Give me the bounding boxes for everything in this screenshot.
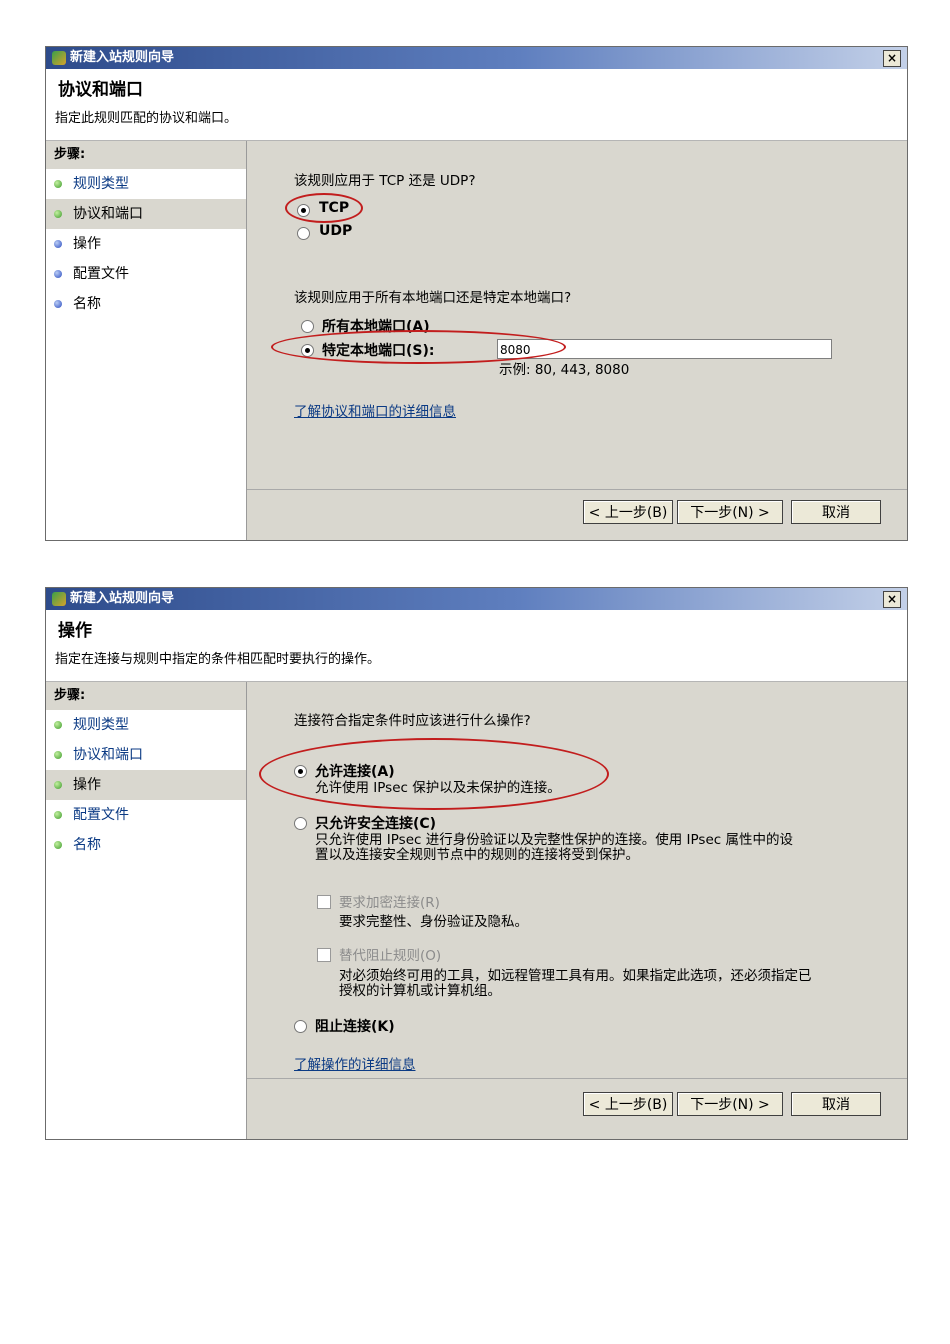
step-action[interactable]: 操作 bbox=[46, 229, 246, 259]
step-profile[interactable]: 配置文件 bbox=[46, 259, 246, 289]
wizard-header: 协议和端口 指定此规则匹配的协议和端口。 bbox=[46, 69, 907, 141]
close-button[interactable]: × bbox=[883, 50, 901, 67]
back-button[interactable]: < 上一步(B) bbox=[583, 500, 673, 524]
wizard-dialog-protocol-ports: 新建入站规则向导 × 协议和端口 指定此规则匹配的协议和端口。 步骤: 规则类型… bbox=[45, 46, 908, 541]
radio-secure-only-desc-2: 置以及连接安全规则节点中的规则的连接将受到保护。 bbox=[315, 847, 639, 863]
next-button[interactable]: 下一步(N) > bbox=[677, 1092, 783, 1116]
radio-allow[interactable] bbox=[294, 765, 307, 778]
cancel-button[interactable]: 取消 bbox=[791, 1092, 881, 1116]
radio-block-label[interactable]: 阻止连接(K) bbox=[315, 1016, 395, 1036]
close-button[interactable]: × bbox=[883, 591, 901, 608]
protocol-question: 该规则应用于 TCP 还是 UDP? bbox=[294, 173, 476, 189]
port-input[interactable]: 8080 bbox=[497, 339, 832, 359]
cancel-button[interactable]: 取消 bbox=[791, 500, 881, 524]
step-status-icon bbox=[54, 781, 62, 789]
checkbox-require-encryption[interactable] bbox=[317, 895, 331, 909]
step-action[interactable]: 操作 bbox=[46, 770, 246, 800]
footer-divider bbox=[247, 489, 907, 490]
wizard-dialog-action: 新建入站规则向导 × 操作 指定在连接与规则中指定的条件相匹配时要执行的操作。 … bbox=[45, 587, 908, 1140]
port-example: 示例: 80, 443, 8080 bbox=[499, 362, 630, 378]
step-status-icon bbox=[54, 751, 62, 759]
radio-allow-label[interactable]: 允许连接(A) bbox=[315, 761, 395, 781]
learn-more-link[interactable]: 了解协议和端口的详细信息 bbox=[294, 400, 456, 420]
step-rule-type[interactable]: 规则类型 bbox=[46, 710, 246, 740]
page-subtitle: 指定此规则匹配的协议和端口。 bbox=[55, 111, 238, 126]
wizard-body: 步骤: 规则类型 协议和端口 操作 配置文件 名称 连接符合指定条件时应该进行什… bbox=[46, 682, 907, 1139]
title-bar[interactable]: 新建入站规则向导 × bbox=[46, 588, 907, 610]
step-protocol-ports[interactable]: 协议和端口 bbox=[46, 740, 246, 770]
radio-tcp[interactable] bbox=[297, 204, 310, 217]
radio-allow-desc: 允许使用 IPsec 保护以及未保护的连接。 bbox=[315, 780, 561, 796]
step-rule-type[interactable]: 规则类型 bbox=[46, 169, 246, 199]
radio-tcp-label[interactable]: TCP bbox=[319, 200, 349, 216]
wizard-body: 步骤: 规则类型 协议和端口 操作 配置文件 名称 该规则应用于 TCP 还是 … bbox=[46, 141, 907, 540]
page-subtitle: 指定在连接与规则中指定的条件相匹配时要执行的操作。 bbox=[55, 652, 381, 667]
title-bar[interactable]: 新建入站规则向导 × bbox=[46, 47, 907, 69]
ports-question: 该规则应用于所有本地端口还是特定本地端口? bbox=[294, 290, 572, 306]
step-status-icon bbox=[54, 210, 62, 218]
checkbox-override-block-desc-2: 授权的计算机或计算机组。 bbox=[339, 983, 501, 999]
radio-udp-label[interactable]: UDP bbox=[319, 223, 352, 239]
annotation-ellipse bbox=[259, 738, 609, 810]
firewall-icon bbox=[52, 51, 66, 65]
step-status-icon bbox=[54, 811, 62, 819]
window-title: 新建入站规则向导 bbox=[70, 591, 175, 606]
step-status-icon bbox=[54, 300, 62, 308]
action-question: 连接符合指定条件时应该进行什么操作? bbox=[294, 713, 531, 729]
step-name[interactable]: 名称 bbox=[46, 289, 246, 319]
steps-panel: 步骤: 规则类型 协议和端口 操作 配置文件 名称 bbox=[46, 141, 247, 540]
radio-udp[interactable] bbox=[297, 227, 310, 240]
firewall-icon bbox=[52, 592, 66, 606]
back-button[interactable]: < 上一步(B) bbox=[583, 1092, 673, 1116]
radio-specific-ports[interactable] bbox=[301, 344, 314, 357]
radio-secure-only[interactable] bbox=[294, 817, 307, 830]
radio-secure-only-label[interactable]: 只允许安全连接(C) bbox=[315, 813, 436, 833]
step-status-icon bbox=[54, 721, 62, 729]
wizard-header: 操作 指定在连接与规则中指定的条件相匹配时要执行的操作。 bbox=[46, 610, 907, 682]
wizard-content: 该规则应用于 TCP 还是 UDP? TCP UDP 该规则应用于所有本地端口还… bbox=[247, 141, 907, 540]
radio-secure-only-desc-1: 只允许使用 IPsec 进行身份验证以及完整性保护的连接。使用 IPsec 属性… bbox=[315, 832, 793, 848]
step-status-icon bbox=[54, 180, 62, 188]
step-protocol-ports[interactable]: 协议和端口 bbox=[46, 199, 246, 229]
step-status-icon bbox=[54, 240, 62, 248]
footer-divider bbox=[247, 1078, 907, 1079]
next-button[interactable]: 下一步(N) > bbox=[677, 500, 783, 524]
step-status-icon bbox=[54, 841, 62, 849]
wizard-content: 连接符合指定条件时应该进行什么操作? 允许连接(A) 允许使用 IPsec 保护… bbox=[247, 682, 907, 1139]
steps-panel: 步骤: 规则类型 协议和端口 操作 配置文件 名称 bbox=[46, 682, 247, 1139]
learn-more-link[interactable]: 了解操作的详细信息 bbox=[294, 1053, 416, 1073]
steps-heading: 步骤: bbox=[46, 682, 246, 710]
steps-heading: 步骤: bbox=[46, 141, 246, 169]
checkbox-require-encryption-desc: 要求完整性、身份验证及隐私。 bbox=[339, 914, 528, 930]
checkbox-override-block-desc-1: 对必须始终可用的工具，如远程管理工具有用。如果指定此选项，还必须指定已 bbox=[339, 968, 812, 984]
checkbox-override-block-label[interactable]: 替代阻止规则(O) bbox=[339, 949, 441, 964]
window-title: 新建入站规则向导 bbox=[70, 50, 175, 65]
step-profile[interactable]: 配置文件 bbox=[46, 800, 246, 830]
checkbox-require-encryption-label[interactable]: 要求加密连接(R) bbox=[339, 896, 440, 911]
radio-all-ports[interactable] bbox=[301, 320, 314, 333]
radio-specific-ports-label[interactable]: 特定本地端口(S): bbox=[322, 340, 434, 360]
radio-all-ports-label[interactable]: 所有本地端口(A) bbox=[322, 316, 430, 336]
step-status-icon bbox=[54, 270, 62, 278]
page-title: 协议和端口 bbox=[58, 80, 143, 100]
checkbox-override-block[interactable] bbox=[317, 948, 331, 962]
radio-block[interactable] bbox=[294, 1020, 307, 1033]
step-name[interactable]: 名称 bbox=[46, 830, 246, 860]
page-title: 操作 bbox=[58, 621, 92, 641]
